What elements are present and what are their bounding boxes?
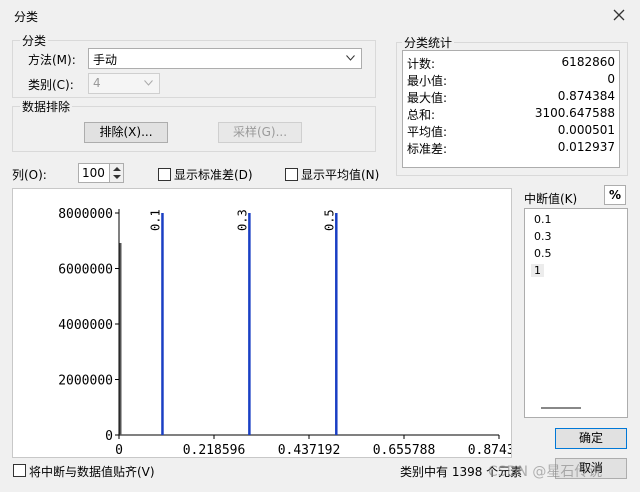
columns-value: 100 [82,166,105,180]
x-tick-label: 0.218596 [183,443,246,457]
snap-checkbox[interactable] [13,464,26,477]
stat-key: 标准差: [407,142,448,156]
stat-value: 3100.647588 [534,106,615,120]
x-tick-label: 0.655788 [373,443,436,457]
show-mean-label: 显示平均值(N) [301,168,380,182]
x-tick-label: 0 [115,443,123,457]
stat-key: 最大值: [407,91,448,105]
break-value-item[interactable]: 0.5 [531,247,555,260]
percent-button[interactable]: % [604,185,626,205]
stat-sum: 总和: 3100.647588 [407,106,615,123]
chevron-down-icon [144,80,153,86]
x-tick-label: 0.437192 [278,443,341,457]
break-line-label: 0.5 [322,209,336,231]
stat-key: 计数: [407,57,436,71]
columns-stepper[interactable]: 100 [78,163,124,183]
stat-value: 0.012937 [557,140,615,154]
method-label: 方法(M): [28,53,76,67]
stat-key: 平均值: [407,125,448,139]
classes-label: 类别(C): [28,78,74,92]
stepper-arrows-icon[interactable] [110,164,124,182]
window-title: 分类 [14,10,39,24]
ok-button[interactable]: 确定 [555,428,627,449]
stat-min: 最小值: 0 [407,72,615,89]
classes-value: 4 [93,76,101,90]
classification-group-label: 分类 [20,32,49,49]
breaks-label: 中断值(K) [524,192,578,206]
stat-value: 6182860 [561,55,615,69]
stat-value: 0.000501 [557,123,615,137]
stat-value: 0 [607,72,615,86]
exclusion-group-label: 数据排除 [20,98,73,115]
stat-key: 总和: [407,108,436,122]
columns-label: 列(O): [12,168,47,182]
exclude-button[interactable]: 排除(X)... [84,122,168,143]
list-scrollbar[interactable] [541,407,581,409]
y-tick-label: 6000000 [58,263,113,278]
x-tick-label: 0.874384 [468,443,511,457]
sample-button[interactable]: 采样(G)... [218,122,302,143]
classes-select[interactable]: 4 [88,73,160,94]
stepper-buttons[interactable] [109,164,123,182]
stat-key: 最小值: [407,74,448,88]
histogram-svg[interactable]: 0 2000000 4000000 6000000 8000000 0 0.218596 0.… [13,189,530,458]
chevron-down-icon [346,55,355,61]
method-select[interactable]: 手动 [88,48,362,69]
stats-box: 计数: 6182860 最小值: 0 最大值: 0.874384 总和: 310… [402,50,620,168]
y-tick-label: 8000000 [58,207,113,222]
break-value-item[interactable]: 0.1 [531,213,555,226]
stat-mean: 平均值: 0.000501 [407,123,615,140]
show-std-label: 显示标准差(D) [174,168,253,182]
break-line-label: 0.3 [235,209,249,231]
histogram-chart[interactable]: 0 2000000 4000000 6000000 8000000 0 0.218596 0.… [12,188,530,458]
break-value-item[interactable]: 0.3 [531,230,555,243]
stat-max: 最大值: 0.874384 [407,89,615,106]
stat-std: 标准差: 0.012937 [407,140,615,157]
stats-group-label: 分类统计 [402,34,455,51]
close-icon[interactable] [608,4,630,26]
y-tick-label: 0 [105,429,113,444]
break-values-list[interactable]: 0.1 0.3 0.5 1 [524,208,628,418]
background-window-edge [0,130,10,260]
y-tick-label: 2000000 [58,374,113,389]
y-tick-label: 4000000 [58,318,113,333]
break-value-item[interactable]: 1 [531,264,544,277]
title-bar: 分类 [0,0,640,32]
show-std-checkbox[interactable] [158,168,171,181]
show-mean-checkbox[interactable] [285,168,298,181]
snap-label: 将中断与数据值贴齐(V) [29,465,155,479]
stat-value: 0.874384 [557,89,615,103]
watermark: CSDN @星石传说 [488,464,603,480]
break-line-label: 0.1 [148,209,162,231]
stat-count: 计数: 6182860 [407,55,615,72]
method-value: 手动 [93,53,118,67]
